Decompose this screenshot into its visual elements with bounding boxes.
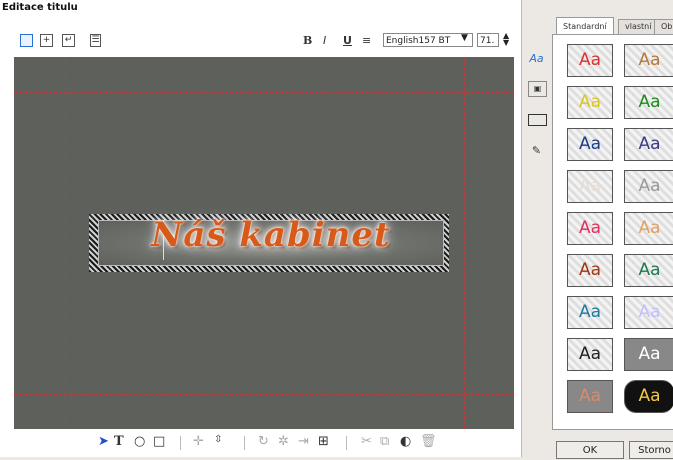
toolbar-divider (244, 436, 245, 450)
tab-standard[interactable]: Standardní (556, 17, 614, 35)
toolbar-divider (346, 436, 347, 450)
grid-icon[interactable]: ⊞ (318, 434, 329, 449)
pointer-icon[interactable]: ➤ (98, 434, 109, 449)
ellipse-icon[interactable]: ○ (134, 434, 145, 449)
delete-icon[interactable]: 🗑 (420, 434, 437, 449)
rectangle-icon[interactable]: □ (153, 434, 165, 449)
title-text[interactable]: Náš kabinet (99, 215, 443, 255)
style-grid: Aa Aa Aa Aa Aa Aa Aa Aa Aa Aa Aa Aa Aa Aa Aa Aa Aa Aa (552, 34, 673, 430)
style-swatch[interactable]: Aa (567, 170, 613, 203)
style-swatch[interactable]: Aa (624, 86, 673, 119)
copy-icon[interactable]: ⧉ (380, 434, 389, 449)
align-icon[interactable]: ⇳ (214, 434, 222, 445)
cancel-button[interactable]: Storno (629, 441, 673, 459)
text-selection-frame[interactable]: Náš kabinet (89, 214, 449, 272)
window-title: Editace titulu (2, 2, 78, 13)
style-swatch[interactable]: Aa (567, 128, 613, 161)
font-size-spinner[interactable]: ▲ ▼ (503, 32, 509, 47)
cut-icon[interactable]: ✂ (361, 434, 372, 449)
style-swatch[interactable]: Aa (624, 128, 673, 161)
move-icon[interactable]: ✛ (193, 434, 204, 449)
sparkle-icon[interactable]: ✲ (278, 434, 289, 449)
text-icon[interactable]: T (114, 434, 124, 449)
ok-button[interactable]: OK (556, 441, 624, 459)
style-swatch[interactable]: Aa (624, 296, 673, 329)
italic-button[interactable]: I (323, 34, 326, 47)
style-swatch[interactable]: Aa (567, 212, 613, 245)
underline-button[interactable]: U (343, 34, 352, 47)
style-swatch[interactable]: Aa (624, 44, 673, 77)
tab-custom[interactable]: vlastní (618, 19, 659, 34)
style-swatch[interactable]: Aa (567, 44, 613, 77)
style-swatch[interactable]: Aa (624, 338, 673, 371)
layers-icon[interactable]: ☰ (90, 34, 101, 47)
font-size-field[interactable]: 71. (477, 33, 499, 47)
style-swatch[interactable]: Aa (624, 254, 673, 287)
toolbar-divider (180, 436, 181, 450)
object-toolbar: ➤ T ○ □ ✛ ⇳ ↻ ✲ ⇥ ⊞ ✂ ⧉ ◐ 🗑 (0, 430, 521, 457)
brush-icon[interactable]: ✎ (528, 144, 545, 158)
bold-button[interactable]: B (303, 34, 312, 47)
styles-panel: Standardní vlastní Obl AaAaAaAaAaAaAaAaA… (552, 17, 673, 435)
editor-frame: Editace titulu + ↵ ☰ B I U ≡ English157 … (0, 0, 522, 457)
title-canvas[interactable]: Náš kabinet (14, 57, 514, 429)
text-box[interactable]: Náš kabinet (98, 215, 444, 266)
align-button[interactable]: ≡ (362, 34, 371, 47)
paste-icon[interactable]: ◐ (400, 434, 411, 449)
style-swatch[interactable]: Aa (567, 338, 613, 371)
image-icon[interactable]: ▣ (528, 81, 547, 97)
safe-area-guide-right (464, 57, 465, 429)
frame-icon[interactable] (20, 34, 33, 47)
arrow-box-icon[interactable]: ↵ (62, 34, 75, 47)
frame-style-icon[interactable] (528, 114, 547, 126)
style-tabs: Standardní vlastní Obl (552, 17, 673, 35)
style-swatch[interactable]: Aa (567, 254, 613, 287)
font-select[interactable]: English157 BT (383, 33, 473, 47)
safe-area-guide-top (14, 92, 514, 93)
distribute-icon[interactable]: ⇥ (298, 434, 309, 449)
style-swatch[interactable]: Aa (624, 170, 673, 203)
style-swatch[interactable]: Aa (567, 380, 613, 413)
style-swatch[interactable]: Aa (567, 296, 613, 329)
style-swatch[interactable]: Aa (624, 212, 673, 245)
chevron-down-icon[interactable]: ▼ (461, 33, 468, 43)
style-swatch[interactable]: Aa (567, 86, 613, 119)
style-swatch[interactable]: Aa (624, 380, 673, 413)
safe-area-guide-left (65, 57, 66, 429)
safe-area-guide-bottom (14, 394, 514, 395)
text-style-icon[interactable]: Aa (528, 52, 545, 66)
rotate-icon[interactable]: ↻ (258, 434, 269, 449)
tab-other[interactable]: Obl (654, 19, 673, 34)
plus-box-icon[interactable]: + (40, 34, 53, 47)
